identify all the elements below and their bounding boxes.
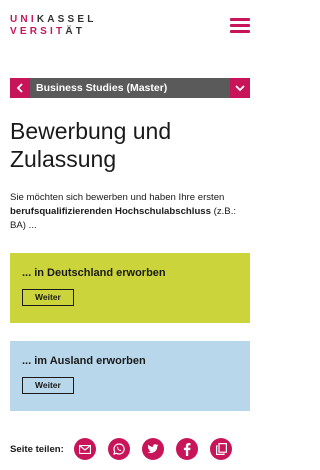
copy-icon[interactable] [210,438,232,460]
intro-text: Sie möchten sich bewerben und haben Ihre… [10,191,250,233]
share-label: Seite teilen: [10,443,64,455]
option-germany: ... in Deutschland erworben Weiter [10,253,250,323]
share-bar: Seite teilen: [10,436,250,462]
chevron-down-icon [235,85,245,92]
page-title: Bewerbung und Zulassung [10,118,172,172]
whatsapp-icon[interactable] [108,438,130,460]
logo-text-kassel: KASSEL [36,14,97,25]
logo-text-versit: VERSIT [10,26,66,37]
logo-text-at: ÄT [65,26,86,37]
chevron-left-icon [16,83,23,93]
logo-text-uni: UNI [10,14,37,25]
breadcrumb-back-button[interactable] [10,78,30,98]
option-abroad-button[interactable]: Weiter [22,377,74,394]
breadcrumb: Business Studies (Master) [10,78,250,98]
option-abroad: ... im Ausland erworben Weiter [10,341,250,411]
option-germany-title: ... in Deutschland erworben [22,267,166,279]
facebook-icon[interactable] [176,438,198,460]
option-abroad-title: ... im Ausland erworben [22,355,146,367]
email-icon[interactable] [74,438,96,460]
hamburger-menu-icon[interactable] [230,18,250,34]
breadcrumb-dropdown-button[interactable] [230,78,250,98]
twitter-icon[interactable] [142,438,164,460]
option-germany-button[interactable]: Weiter [22,289,74,306]
university-logo[interactable]: UNIKASSEL VERSITÄT [10,14,97,38]
intro-bold: berufsqualifizierenden Hochschulabschlus… [10,206,211,217]
site-header: UNIKASSEL VERSITÄT [0,0,260,58]
breadcrumb-label[interactable]: Business Studies (Master) [30,82,230,94]
intro-plain: Sie möchten sich bewerben und haben Ihre… [10,192,225,203]
